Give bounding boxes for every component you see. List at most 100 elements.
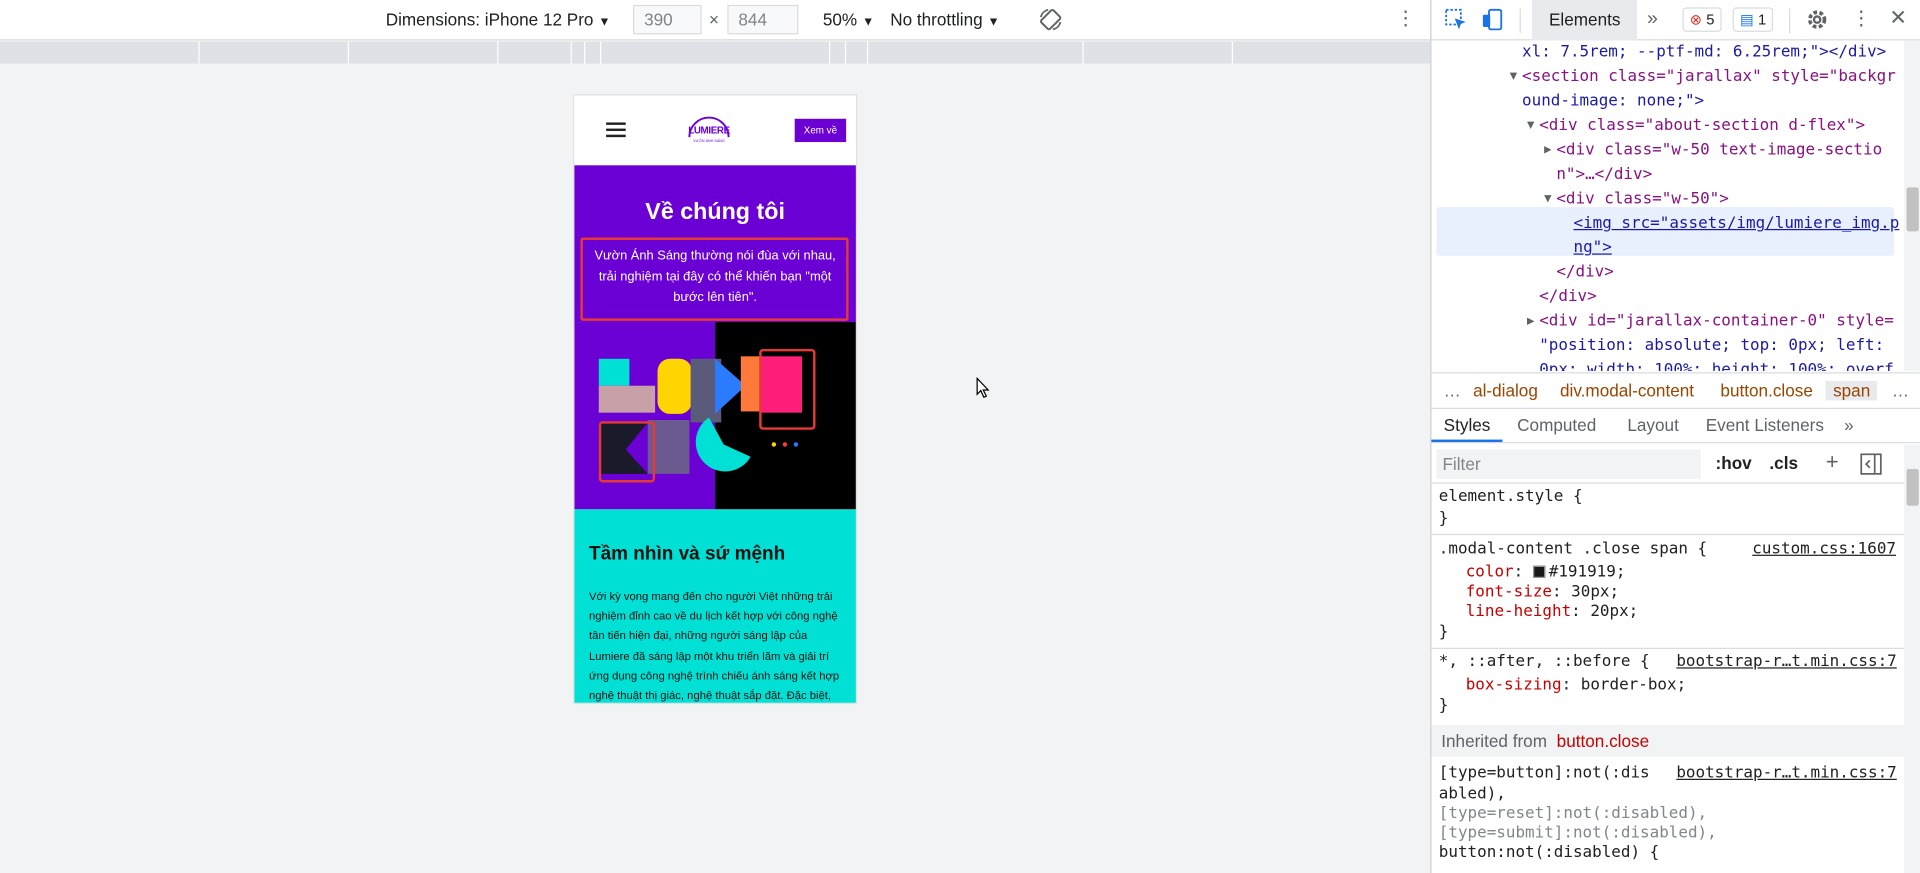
dom-node[interactable]: ound-image: none;"> bbox=[1522, 89, 1704, 113]
dom-node[interactable]: <div class="w-50 text-image-sectio bbox=[1556, 138, 1882, 162]
inherited-node-link[interactable]: button.close bbox=[1557, 731, 1649, 751]
dom-node[interactable]: <div id="jarallax-container-0" style= bbox=[1539, 310, 1894, 334]
expand-arrow-icon[interactable]: ▼ bbox=[1544, 187, 1551, 211]
more-tabs-button[interactable]: » bbox=[1647, 9, 1658, 31]
expand-arrow-icon[interactable]: ▼ bbox=[1527, 114, 1534, 138]
message-count-badge[interactable]: ▤ 1 bbox=[1732, 7, 1774, 32]
zoom-select[interactable]: 50% ▼ bbox=[823, 9, 874, 35]
error-count-badge[interactable]: ⊗ 5 bbox=[1682, 7, 1722, 32]
lumiere-logo[interactable]: LUMIERE VƯỜN ÁNH SÁNG bbox=[686, 113, 733, 150]
xem-ve-button[interactable]: Xem về bbox=[794, 118, 847, 143]
caret-down-icon: ▼ bbox=[987, 15, 1000, 30]
element-style-rule[interactable]: element.style { bbox=[1439, 487, 1583, 507]
device-toggle-icon[interactable] bbox=[1480, 7, 1504, 31]
hamburger-menu-icon[interactable] bbox=[606, 122, 626, 138]
rule-selector[interactable]: abled), bbox=[1439, 785, 1506, 805]
css-property[interactable]: box-sizing: border-box; bbox=[1466, 676, 1686, 696]
logo-subtitle: VƯỜN ÁNH SÁNG bbox=[693, 138, 725, 144]
phone-preview[interactable]: LUMIERE VƯỜN ÁNH SÁNG Xem về Về chúng tô… bbox=[574, 95, 856, 703]
logo-text: LUMIERE bbox=[688, 124, 730, 136]
collapse-arrow-icon[interactable]: ▶ bbox=[1527, 310, 1534, 334]
expand-arrow-icon[interactable]: ▼ bbox=[1510, 65, 1517, 89]
error-count: 5 bbox=[1706, 11, 1715, 29]
dom-node[interactable]: <div class="about-section d-flex"> bbox=[1539, 114, 1865, 138]
styles-scrollbar[interactable] bbox=[1904, 444, 1920, 873]
dom-node[interactable]: "position: absolute; top: 0px; left: bbox=[1539, 334, 1884, 358]
width-input[interactable]: 390 bbox=[633, 4, 702, 35]
dom-tree[interactable]: xl: 7.5rem; --ptf-md: 6.25rem;"></div> ▼… bbox=[1431, 40, 1904, 371]
browser-window: Dimensions: iPhone 12 Pro ▼ 390 × 844 50%… bbox=[0, 0, 1920, 873]
dom-node[interactable]: n">…</div> bbox=[1556, 163, 1652, 187]
tab-styles[interactable]: Styles bbox=[1444, 415, 1491, 435]
class-toggle[interactable]: .cls bbox=[1769, 453, 1798, 473]
lumiere-artwork-image bbox=[574, 322, 856, 510]
dom-node[interactable]: <section class="jarallax" style="backgr bbox=[1522, 65, 1896, 89]
rule-source-link[interactable]: bootstrap-r…t.min.css:7 bbox=[1676, 653, 1896, 673]
dom-node-selected[interactable]: <img src="assets/img/lumiere_img.p bbox=[1573, 212, 1899, 236]
css-property[interactable]: font-size: 30px; bbox=[1466, 583, 1619, 603]
devtools-panel: Elements » ⊗ 5 ▤ 1 ⋮ ✕ xl: 7.5rem; --ptf… bbox=[1430, 0, 1920, 873]
rule-source-link[interactable]: bootstrap-r…t.min.css:7 bbox=[1676, 764, 1896, 784]
dom-node[interactable]: </div> bbox=[1556, 261, 1614, 285]
media-query-ruler[interactable] bbox=[0, 41, 1431, 64]
mouse-cursor-icon bbox=[976, 377, 990, 399]
new-rule-button[interactable]: + bbox=[1826, 449, 1839, 475]
device-toolbar: Dimensions: iPhone 12 Pro ▼ 390 × 844 50%… bbox=[0, 0, 1431, 41]
dom-node-selected[interactable]: ng"> bbox=[1573, 236, 1611, 260]
height-input[interactable]: 844 bbox=[727, 4, 799, 35]
tab-elements[interactable]: Elements bbox=[1531, 0, 1638, 41]
error-icon: ⊗ bbox=[1689, 11, 1703, 29]
hover-state-toggle[interactable]: :hov bbox=[1716, 453, 1752, 473]
styles-filter-input[interactable]: Filter bbox=[1436, 449, 1701, 479]
more-sub-tabs-button[interactable]: » bbox=[1844, 415, 1854, 435]
rule-selector[interactable]: *, ::after, ::before { bbox=[1439, 653, 1650, 673]
styles-pane[interactable]: element.style { } .modal-content .close … bbox=[1431, 485, 1905, 873]
toggle-sidebar-icon[interactable] bbox=[1860, 453, 1882, 475]
settings-gear-icon[interactable] bbox=[1806, 9, 1828, 31]
rule-close-brace: } bbox=[1438, 623, 1449, 642]
close-devtools-icon[interactable]: ✕ bbox=[1889, 7, 1906, 29]
hero-text: Vườn Ánh Sáng thường nói đùa với nhau, t… bbox=[594, 248, 836, 305]
devtools-tab-bar: Elements » ⊗ 5 ▤ 1 ⋮ ✕ bbox=[1431, 0, 1920, 41]
css-property[interactable]: color: #191919; bbox=[1466, 563, 1626, 583]
customize-menu-icon[interactable]: ⋮ bbox=[1851, 9, 1871, 31]
rule-selector[interactable]: [type=reset]:not(:disabled), bbox=[1439, 804, 1707, 824]
inspect-element-icon[interactable] bbox=[1444, 7, 1468, 31]
rule-source-link[interactable]: custom.css:1607 bbox=[1752, 540, 1896, 560]
breadcrumb-overflow-right[interactable]: … bbox=[1892, 381, 1909, 401]
color-swatch-icon[interactable] bbox=[1532, 565, 1546, 578]
tab-computed[interactable]: Computed bbox=[1517, 415, 1596, 435]
breadcrumb-item[interactable]: div.modal-content bbox=[1560, 381, 1694, 401]
zoom-value: 50% bbox=[822, 9, 858, 30]
breadcrumb-item-selected[interactable]: span bbox=[1825, 380, 1878, 401]
tab-layout[interactable]: Layout bbox=[1627, 415, 1678, 435]
dom-node[interactable]: xl: 7.5rem; --ptf-md: 6.25rem;"></div> bbox=[1522, 40, 1886, 64]
rule-selector[interactable]: [type=submit]:not(:disabled), bbox=[1439, 824, 1717, 844]
scroll-thumb[interactable] bbox=[1906, 187, 1919, 232]
dom-node[interactable]: <div class="w-50"> bbox=[1556, 187, 1729, 211]
collapse-arrow-icon[interactable]: ▶ bbox=[1544, 138, 1551, 162]
caret-down-icon: ▼ bbox=[598, 15, 611, 30]
mission-text: Với kỳ vọng mang đến cho người Việt nhữn… bbox=[588, 590, 840, 702]
throttling-value: No throttling bbox=[890, 9, 983, 30]
breadcrumb-item[interactable]: al-dialog bbox=[1473, 381, 1538, 401]
rule-selector[interactable]: button:not(:disabled) { bbox=[1439, 844, 1659, 864]
scroll-thumb[interactable] bbox=[1906, 468, 1919, 506]
dimension-separator: × bbox=[708, 9, 720, 30]
css-property[interactable]: line-height: 20px; bbox=[1466, 602, 1639, 622]
rotate-icon[interactable] bbox=[1038, 7, 1062, 31]
breadcrumb-overflow-left[interactable]: … bbox=[1444, 381, 1461, 401]
throttling-select[interactable]: No throttling ▼ bbox=[890, 9, 999, 35]
rule-close-brace: } bbox=[1438, 509, 1449, 528]
styles-sub-tabs: Styles Computed Layout Event Listeners » bbox=[1431, 409, 1920, 444]
tab-event-listeners[interactable]: Event Listeners bbox=[1706, 415, 1824, 435]
rule-selector[interactable]: [type=button]:not(:dis bbox=[1439, 764, 1650, 784]
rule-selector[interactable]: .modal-content .close span { bbox=[1439, 540, 1707, 560]
more-options-icon[interactable]: ⋮ bbox=[1396, 9, 1416, 31]
rule-close-brace: } bbox=[1438, 696, 1449, 716]
device-select[interactable]: Dimensions: iPhone 12 Pro ▼ bbox=[386, 9, 611, 35]
breadcrumb-item[interactable]: button.close bbox=[1720, 381, 1812, 401]
dom-tree-scrollbar[interactable] bbox=[1904, 40, 1920, 372]
dom-node[interactable]: 0px; width: 100%; height: 100%; overf bbox=[1539, 359, 1894, 371]
dom-node[interactable]: </div> bbox=[1539, 285, 1597, 309]
